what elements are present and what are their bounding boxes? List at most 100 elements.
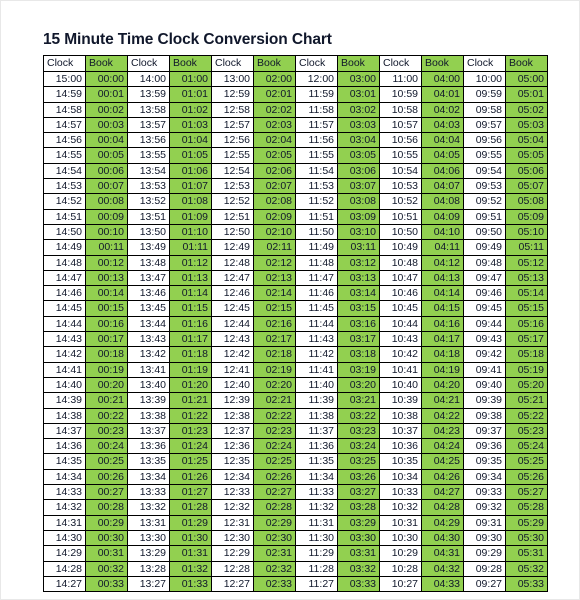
clock-time-cell: 09:58	[463, 101, 506, 118]
clock-time-cell: 14:47	[43, 269, 86, 287]
book-time-cell: 04:21	[421, 392, 464, 409]
clock-time-cell: 13:41	[127, 361, 170, 378]
clock-time-cell: 13:00	[211, 70, 254, 88]
book-time-cell: 01:22	[169, 407, 212, 424]
table-row: 14:35 00:25 13:35 01:25 12:35 02:25 11:35 03:25…	[43, 453, 548, 470]
book-time-cell: 00:29	[85, 514, 128, 531]
clock-time-cell: 09:44	[463, 315, 506, 333]
clock-time-cell: 12:51	[211, 208, 254, 225]
book-time-cell: 01:25	[169, 453, 212, 470]
table-row: 14:47 00:13 13:47 01:13 12:47 02:13 11:47 03:13…	[43, 269, 548, 287]
clock-time-cell: 09:36	[463, 438, 506, 455]
clock-time-cell: 09:53	[463, 178, 506, 195]
clock-time-cell: 13:42	[127, 346, 170, 363]
clock-time-cell: 10:32	[379, 499, 422, 516]
clock-time-cell: 14:58	[43, 101, 86, 118]
book-time-cell: 05:25	[505, 453, 548, 470]
clock-time-cell: 09:42	[463, 346, 506, 363]
book-time-cell: 03:19	[337, 361, 380, 378]
column-header-book-5: Book	[253, 55, 296, 72]
clock-time-cell: 14:31	[43, 514, 86, 531]
clock-time-cell: 13:30	[127, 529, 170, 547]
column-header-book-7: Book	[337, 55, 380, 72]
clock-time-cell: 12:29	[211, 545, 254, 562]
book-time-cell: 04:25	[421, 453, 464, 470]
book-time-cell: 05:15	[505, 300, 548, 317]
clock-time-cell: 12:47	[211, 269, 254, 287]
clock-time-cell: 12:49	[211, 239, 254, 256]
clock-time-cell: 12:39	[211, 392, 254, 409]
clock-time-cell: 14:34	[43, 468, 86, 486]
table-row: 14:43 00:17 13:43 01:17 12:43 02:17 11:43 03:17…	[43, 331, 548, 348]
book-time-cell: 04:24	[421, 438, 464, 455]
book-time-cell: 02:13	[253, 269, 296, 287]
book-time-cell: 02:00	[253, 70, 296, 88]
clock-time-cell: 13:48	[127, 254, 170, 271]
book-time-cell: 00:15	[85, 300, 128, 317]
book-time-cell: 00:11	[85, 239, 128, 256]
book-time-cell: 02:01	[253, 86, 296, 103]
book-time-cell: 05:16	[505, 315, 548, 333]
clock-time-cell: 13:39	[127, 392, 170, 409]
book-time-cell: 05:21	[505, 392, 548, 409]
book-time-cell: 01:29	[169, 514, 212, 531]
clock-time-cell: 10:56	[379, 132, 422, 149]
book-time-cell: 04:07	[421, 178, 464, 195]
clock-time-cell: 11:51	[295, 208, 338, 225]
clock-time-cell: 13:38	[127, 407, 170, 424]
clock-time-cell: 14:29	[43, 545, 86, 562]
book-time-cell: 01:15	[169, 300, 212, 317]
clock-time-cell: 10:40	[379, 376, 422, 394]
column-header-clock-10: Clock	[463, 55, 506, 72]
clock-time-cell: 11:54	[295, 162, 338, 180]
clock-time-cell: 09:51	[463, 208, 506, 225]
page-title: 15 Minute Time Clock Conversion Chart	[43, 31, 332, 48]
book-time-cell: 05:17	[505, 331, 548, 348]
clock-time-cell: 14:30	[43, 529, 86, 547]
book-time-cell: 04:13	[421, 269, 464, 287]
book-time-cell: 00:08	[85, 193, 128, 210]
book-time-cell: 03:21	[337, 392, 380, 409]
book-time-cell: 00:16	[85, 315, 128, 333]
book-time-cell: 01:24	[169, 438, 212, 455]
clock-time-cell: 14:59	[43, 86, 86, 103]
clock-time-cell: 10:43	[379, 331, 422, 348]
book-time-cell: 05:04	[505, 132, 548, 149]
book-time-cell: 04:33	[421, 575, 464, 593]
book-time-cell: 05:20	[505, 376, 548, 394]
table-row: 14:44 00:16 13:44 01:16 12:44 02:16 11:44 03:16…	[43, 315, 548, 333]
book-time-cell: 04:08	[421, 193, 464, 210]
book-time-cell: 02:03	[253, 116, 296, 134]
clock-time-cell: 11:36	[295, 438, 338, 455]
clock-time-cell: 10:39	[379, 392, 422, 409]
clock-time-cell: 11:59	[295, 86, 338, 103]
time-conversion-table: Clock Book Clock Book Clock Book Clock Book Cloc…	[43, 55, 548, 593]
book-time-cell: 00:32	[85, 560, 128, 577]
table-row: 14:55 00:05 13:55 01:05 12:55 02:05 11:55 03:05…	[43, 147, 548, 164]
book-time-cell: 01:27	[169, 484, 212, 501]
clock-time-cell: 11:00	[379, 70, 422, 88]
book-time-cell: 02:10	[253, 223, 296, 241]
book-time-cell: 01:05	[169, 147, 212, 164]
book-time-cell: 04:04	[421, 132, 464, 149]
clock-time-cell: 12:50	[211, 223, 254, 241]
book-time-cell: 05:29	[505, 514, 548, 531]
clock-time-cell: 09:59	[463, 86, 506, 103]
table-row: 14:34 00:26 13:34 01:26 12:34 02:26 11:34 03:26…	[43, 468, 548, 486]
clock-time-cell: 11:40	[295, 376, 338, 394]
table-row: 14:46 00:14 13:46 01:14 12:46 02:14 11:46 03:14…	[43, 285, 548, 302]
book-time-cell: 05:02	[505, 101, 548, 118]
clock-time-cell: 14:49	[43, 239, 86, 256]
clock-time-cell: 10:36	[379, 438, 422, 455]
clock-time-cell: 09:49	[463, 239, 506, 256]
clock-time-cell: 14:33	[43, 484, 86, 501]
clock-time-cell: 09:47	[463, 269, 506, 287]
book-time-cell: 04:17	[421, 331, 464, 348]
book-time-cell: 00:10	[85, 223, 128, 241]
clock-time-cell: 13:50	[127, 223, 170, 241]
clock-time-cell: 09:37	[463, 422, 506, 440]
column-header-clock-8: Clock	[379, 55, 422, 72]
book-time-cell: 01:04	[169, 132, 212, 149]
clock-time-cell: 12:31	[211, 514, 254, 531]
clock-time-cell: 12:37	[211, 422, 254, 440]
